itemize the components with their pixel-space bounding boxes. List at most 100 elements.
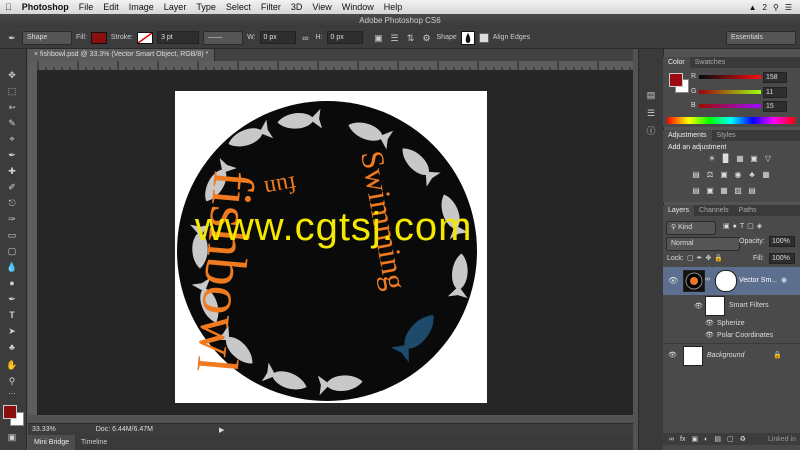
custom-shape-tool-icon[interactable]: ♣	[5, 341, 19, 353]
menu-type[interactable]: Type	[191, 0, 221, 14]
gradient-tool-icon[interactable]: ▢	[5, 245, 19, 257]
tab-layers[interactable]: Layers	[663, 205, 695, 216]
extras-tool-icon[interactable]: ⋯	[5, 389, 19, 401]
history-panel-icon[interactable]: ▤	[644, 89, 658, 101]
status-arrow-icon[interactable]: ▶	[219, 426, 224, 434]
brightness-icon[interactable]: ☀	[707, 154, 717, 163]
tab-timeline[interactable]: Timeline	[75, 435, 113, 450]
close-icon[interactable]: ×	[34, 51, 38, 58]
menu-edit[interactable]: Edit	[98, 0, 124, 14]
photo-filter-icon[interactable]: ◉	[733, 170, 743, 179]
pen-tool-icon[interactable]: ✒	[5, 293, 19, 305]
color-lookup-icon[interactable]: ▦	[761, 170, 771, 179]
lasso-tool-icon[interactable]: ➳	[5, 101, 19, 113]
selective-color-icon[interactable]: ▨	[733, 186, 743, 195]
fill-field[interactable]: 100%	[769, 253, 795, 264]
link-icon[interactable]: ∞	[300, 32, 312, 44]
stroke-type-select[interactable]: ——	[203, 30, 244, 45]
width-field[interactable]: 0 px	[259, 31, 296, 44]
channel-mixer-icon[interactable]: ♣	[747, 170, 757, 179]
tab-adjustments[interactable]: Adjustments	[663, 130, 712, 141]
eyedropper-tool-icon[interactable]: ✒	[5, 149, 19, 161]
mode-select[interactable]: Shape	[22, 30, 72, 45]
color-fg-swatch[interactable]	[669, 73, 683, 87]
gear-icon[interactable]: ⚙	[421, 32, 433, 44]
path-arrangement-icon[interactable]: ⇅	[405, 32, 417, 44]
menu-photoshop[interactable]: Photoshop	[17, 0, 74, 14]
new-layer-icon[interactable]: ▢	[727, 435, 734, 443]
chain-icon[interactable]: ∞	[705, 276, 710, 283]
layer-row-background[interactable]: 👁 Background 🔒	[663, 343, 800, 366]
layer-row-polar-coordinates[interactable]: 👁 Polar Coordinates	[663, 330, 800, 342]
move-tool-icon[interactable]: ✥	[5, 69, 19, 81]
crop-tool-icon[interactable]: ⌖	[5, 133, 19, 145]
tab-mini-bridge[interactable]: Mini Bridge	[28, 435, 76, 450]
menu-help[interactable]: Help	[379, 0, 408, 14]
fill-swatch[interactable]	[90, 31, 107, 44]
layer-row-smart-filters[interactable]: 👁 Smart Filters	[663, 295, 800, 317]
menu-layer[interactable]: Layer	[159, 0, 192, 14]
exposure-icon[interactable]: ▣	[749, 154, 759, 163]
black-white-icon[interactable]: ▣	[719, 170, 729, 179]
tab-swatches[interactable]: Swatches	[690, 57, 730, 68]
gradient-map-icon[interactable]: ▤	[747, 186, 757, 195]
menu-window[interactable]: Window	[337, 0, 379, 14]
curves-icon[interactable]: ▦	[735, 154, 745, 163]
link-layers-icon[interactable]: ∞	[669, 436, 674, 443]
color-spectrum-bar[interactable]	[667, 117, 795, 124]
visibility-eye-icon[interactable]: 👁	[705, 331, 714, 339]
foreground-color-swatch[interactable]	[3, 405, 17, 419]
g-value[interactable]: 11	[763, 87, 787, 98]
dodge-tool-icon[interactable]: ●	[5, 277, 19, 289]
menu-filter[interactable]: Filter	[256, 0, 286, 14]
clone-stamp-tool-icon[interactable]: ⎋	[5, 197, 19, 209]
type-tool-icon[interactable]: T	[5, 309, 19, 321]
tab-styles[interactable]: Styles	[712, 130, 741, 141]
list-icon[interactable]: ☰	[785, 3, 792, 12]
layer-row-vector-smart-object[interactable]: 👁 ∞ Vector Sm... ◉	[663, 267, 800, 295]
opacity-field[interactable]: 100%	[769, 236, 795, 247]
quick-mask-icon[interactable]: ▣	[5, 431, 19, 443]
tab-paths[interactable]: Paths	[734, 205, 762, 216]
height-field[interactable]: 0 px	[326, 31, 363, 44]
quick-select-tool-icon[interactable]: ✎	[5, 117, 19, 129]
document-tab[interactable]: × fishbowl.psd @ 33.3% (Vector Smart Obj…	[28, 49, 216, 61]
menu-select[interactable]: Select	[221, 0, 256, 14]
zoom-tool-icon[interactable]: ⚲	[5, 375, 19, 387]
posterize-icon[interactable]: ▣	[705, 186, 715, 195]
hue-saturation-icon[interactable]: ▤	[691, 170, 701, 179]
adjustment-layer-icon[interactable]: ◐	[704, 436, 708, 443]
workspace-select[interactable]: Essentials	[726, 30, 796, 45]
stroke-size-field[interactable]: 3 pt	[157, 31, 200, 44]
pen-tool-icon[interactable]: ✒	[6, 32, 18, 44]
r-value[interactable]: 158	[763, 72, 787, 83]
vibrance-icon[interactable]: ▽	[763, 154, 773, 163]
menu-view[interactable]: View	[307, 0, 336, 14]
layer-filter-kind[interactable]: ⚲ Kind	[666, 221, 716, 235]
g-slider[interactable]	[699, 90, 761, 94]
fx-icon[interactable]: fx	[680, 436, 685, 443]
menu-file[interactable]: File	[74, 0, 99, 14]
trash-icon[interactable]: ♻	[740, 435, 746, 443]
visibility-eye-icon[interactable]: 👁	[668, 276, 678, 285]
threshold-icon[interactable]: ▦	[719, 186, 729, 195]
blend-mode-select[interactable]: Normal	[666, 237, 740, 251]
history-brush-tool-icon[interactable]: ✑	[5, 213, 19, 225]
stroke-swatch[interactable]	[137, 31, 154, 44]
visibility-eye-icon[interactable]: 👁	[668, 351, 677, 359]
b-value[interactable]: 15	[763, 101, 787, 112]
adobe-icon[interactable]: ▲	[749, 3, 757, 12]
path-selection-tool-icon[interactable]: ➤	[5, 325, 19, 337]
properties-panel-icon[interactable]: ☰	[644, 107, 658, 119]
zoom-level[interactable]: 33.33%	[32, 426, 56, 433]
apple-icon[interactable]: 	[0, 0, 17, 14]
visibility-eye-icon[interactable]: 👁	[694, 302, 703, 310]
info-panel-icon[interactable]: ⓘ	[644, 125, 658, 137]
brush-tool-icon[interactable]: ✐	[5, 181, 19, 193]
visibility-eye-icon[interactable]: 👁	[705, 319, 714, 327]
shape-picker[interactable]	[460, 30, 475, 45]
layer-row-spherize[interactable]: 👁 Spherize	[663, 318, 800, 330]
menu-3d[interactable]: 3D	[286, 0, 308, 14]
lock-icons[interactable]: ▢✒✥🔒	[687, 254, 726, 262]
group-icon[interactable]: ▤	[714, 435, 721, 443]
